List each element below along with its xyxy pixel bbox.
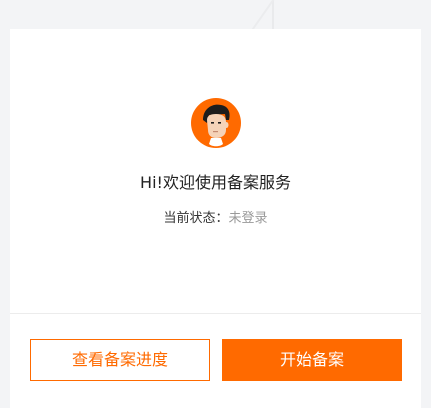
profile-section: Hi!欢迎使用备案服务 当前状态：未登录 bbox=[10, 29, 421, 313]
start-filing-button[interactable]: 开始备案 bbox=[222, 339, 402, 381]
view-filing-progress-button[interactable]: 查看备案进度 bbox=[30, 339, 210, 381]
status-value: 未登录 bbox=[228, 211, 268, 226]
status-label: 当前状态： bbox=[163, 211, 229, 226]
section-divider bbox=[10, 313, 421, 314]
filing-service-card: Hi!欢迎使用备案服务 当前状态：未登录 查看备案进度 开始备案 bbox=[10, 29, 421, 408]
login-status: 当前状态：未登录 bbox=[10, 210, 421, 228]
greeting-text: Hi!欢迎使用备案服务 bbox=[140, 173, 291, 192]
user-avatar-icon bbox=[191, 98, 241, 148]
